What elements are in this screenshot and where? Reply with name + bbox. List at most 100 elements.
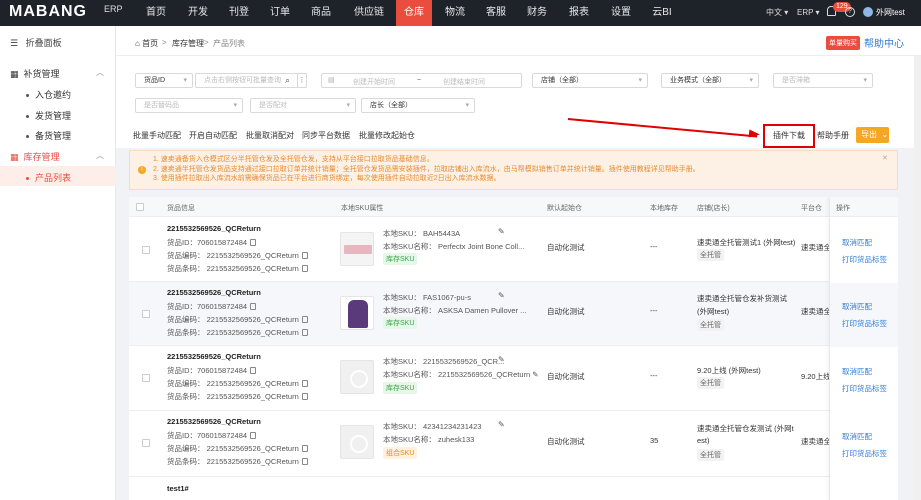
is-replace-select[interactable]: 是否替码品 ▾ (135, 98, 243, 113)
shop-name: 速卖通全托管测试1 (外网test) (697, 238, 796, 247)
nav-finance[interactable]: 财务 (519, 0, 555, 26)
username[interactable]: 外网test (876, 0, 905, 26)
nav-warehouse[interactable]: 仓库 (396, 0, 432, 26)
copy-icon (250, 303, 257, 310)
auto-match-button[interactable]: 开启自动匹配 (189, 130, 237, 141)
goods-id: 货品ID：706015872484 (167, 430, 257, 441)
sidebar-item-shipping[interactable]: 发货管理 (26, 109, 71, 122)
breadcrumb-inventory[interactable]: 库存管理 (172, 38, 204, 49)
sidebar-group-inventory[interactable]: ▦ 库存管理 (10, 150, 60, 163)
nav-customer-service[interactable]: 客服 (478, 0, 514, 26)
nav-reports[interactable]: 报表 (561, 0, 597, 26)
print-label-link[interactable]: 打印货品标签 (842, 448, 887, 459)
copy-icon (250, 432, 257, 439)
unmatch-link[interactable]: 取消匹配 (842, 237, 872, 248)
close-icon[interactable]: ✕ (882, 154, 888, 162)
unmatch-link[interactable]: 取消匹配 (842, 366, 872, 377)
header-platform-warehouse: 平台仓 (801, 205, 822, 212)
nav-cloud-bi[interactable]: 云BI (644, 0, 680, 26)
breadcrumb: ⌂ 首页 > 库存管理 > 产品列表 (116, 26, 921, 56)
start-time-placeholder: 创建开始时间 (353, 79, 395, 86)
local-sku: 本地SKU： 2215532569526_QCR... (383, 357, 505, 366)
nav-supply-chain[interactable]: 供应链 (348, 0, 390, 26)
search-input[interactable]: 点击右侧按钮可批量查询 (195, 73, 307, 88)
business-mode-select[interactable]: 业务模式（全部） ▾ (661, 73, 759, 88)
goods-id-select[interactable]: 货品ID ▾ (135, 73, 193, 88)
print-label-link[interactable]: 打印货品标签 (842, 318, 887, 329)
platform-warehouse: 速卖通全 (801, 437, 831, 446)
default-warehouse: 自动化测试 (547, 372, 585, 381)
fold-panel-toggle[interactable]: ☰ 折叠面板 (10, 36, 62, 49)
edit-icon[interactable]: ✎ (532, 370, 538, 379)
grid-icon: ▦ (10, 69, 19, 79)
sidebar-item-product-list[interactable]: 产品列表 (26, 171, 71, 184)
avatar[interactable] (863, 7, 873, 17)
help-icon[interactable]: ? (845, 7, 855, 17)
local-sku: 本地SKU： 42341234231423 (383, 422, 482, 431)
language-select[interactable]: 中文 ▾ (766, 0, 788, 26)
edit-icon[interactable]: ✎ (498, 355, 505, 364)
mabang-logo[interactable]: MABANG (9, 3, 87, 21)
end-time-placeholder: 创建结束时间 (443, 79, 485, 86)
row-checkbox[interactable] (142, 439, 150, 447)
buy-quota-button[interactable]: 单量购买 (826, 36, 860, 50)
search-icon[interactable]: ⌕ (285, 75, 290, 86)
scrollbar[interactable] (914, 56, 921, 500)
row-checkbox[interactable] (142, 310, 150, 318)
table-header: 货品信息 本地SKU属性 默认起始仓 本地库存 店铺(店长) 平台仓 (129, 197, 898, 217)
nav-products[interactable]: 商品 (303, 0, 339, 26)
help-manual-button[interactable]: 帮助手册 (817, 130, 849, 141)
table-row: 2215532569526_QCReturn 货品ID：706015872484… (129, 282, 898, 346)
goods-code: 货品编码： 2215532569526_QCReturn (167, 443, 308, 454)
breadcrumb-home[interactable]: ⌂ 首页 (135, 38, 158, 49)
sku-type-tag: 组合SKU (383, 447, 418, 459)
sidebar-item-inbound-invite[interactable]: 入仓邀约 (26, 88, 71, 101)
print-label-link[interactable]: 打印货品标签 (842, 383, 887, 394)
batch-manual-match-button[interactable]: 批量手动匹配 (133, 130, 181, 141)
edit-icon[interactable]: ✎ (498, 420, 505, 429)
export-button[interactable]: 导出 ⌄ (856, 127, 889, 143)
nav-home[interactable]: 首页 (138, 0, 174, 26)
nav-logistics[interactable]: 物流 (437, 0, 473, 26)
chevron-up-icon[interactable]: ︿ (96, 150, 104, 161)
batch-unpair-button[interactable]: 批量取消配对 (246, 130, 294, 141)
shop-name: 9.20上线 (外网test) (697, 366, 761, 375)
plugin-download-button[interactable]: 插件下载 (763, 124, 815, 148)
image-placeholder-icon[interactable] (340, 360, 374, 394)
date-range-picker[interactable] (321, 73, 522, 88)
product-thumbnail[interactable] (340, 232, 374, 266)
erp-select[interactable]: ERP ▾ (797, 0, 820, 26)
help-center-link[interactable]: 帮助中心 (864, 35, 904, 50)
top-navbar: MABANG ERP 首页 开发 刊登 订单 商品 供应链 仓库 物流 客服 财… (0, 0, 921, 26)
select-all-checkbox[interactable] (136, 203, 144, 211)
sidebar-item-stocking[interactable]: 备货管理 (26, 129, 71, 142)
image-placeholder-icon[interactable] (340, 425, 374, 459)
print-label-link[interactable]: 打印货品标签 (842, 254, 887, 265)
row-checkbox[interactable] (142, 246, 150, 254)
goods-id: 货品ID：706015872484 (167, 365, 257, 376)
shop-select[interactable]: 店铺（全部） ▾ (532, 73, 648, 88)
calendar-icon: ▤ (328, 77, 335, 84)
mode-tag: 全托管 (697, 249, 724, 261)
unmatch-link[interactable]: 取消匹配 (842, 431, 872, 442)
goods-title: 2215532569526_QCReturn (167, 288, 261, 297)
chevron-up-icon[interactable]: ︿ (96, 67, 104, 78)
shop-owner-select[interactable]: 店长（全部） ▾ (361, 98, 475, 113)
sku-type-tag: 库存SKU (383, 317, 418, 329)
nav-settings[interactable]: 设置 (603, 0, 639, 26)
row-checkbox[interactable] (142, 374, 150, 382)
goods-title: test1# (167, 484, 189, 493)
more-vertical-icon[interactable]: ⋮ (297, 73, 307, 88)
sync-platform-button[interactable]: 同步平台数据 (302, 130, 350, 141)
edit-icon[interactable]: ✎ (498, 227, 505, 236)
unmatch-link[interactable]: 取消匹配 (842, 301, 872, 312)
sidebar-group-replenishment[interactable]: ▦ 补货管理 (10, 67, 60, 80)
product-thumbnail[interactable] (340, 296, 374, 330)
is-paired-select[interactable]: 是否配对 ▾ (250, 98, 356, 113)
nav-develop[interactable]: 开发 (180, 0, 216, 26)
nav-orders[interactable]: 订单 (262, 0, 298, 26)
batch-edit-warehouse-button[interactable]: 批量修改起始仓 (359, 130, 415, 141)
is-collect-select[interactable]: 是否滞箱 ▾ (773, 73, 873, 88)
edit-icon[interactable]: ✎ (498, 291, 505, 300)
nav-listing[interactable]: 刊登 (221, 0, 257, 26)
